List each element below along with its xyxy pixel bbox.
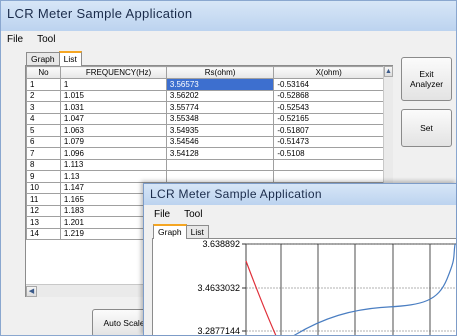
table-header-row: No FREQUENCY(Hz) Rs(ohm) X(ohm) bbox=[26, 66, 384, 79]
tab-list[interactable]: List bbox=[185, 225, 209, 239]
cell-x[interactable]: -0.5108 bbox=[273, 147, 384, 160]
cell-rs[interactable]: 3.56202 bbox=[165, 89, 275, 102]
graph-menu-tool[interactable]: Tool bbox=[184, 209, 202, 220]
scroll-left-icon[interactable]: ◀ bbox=[26, 286, 37, 297]
set-button[interactable]: Set bbox=[401, 109, 452, 147]
menu-tool[interactable]: Tool bbox=[37, 34, 55, 45]
cell-no[interactable]: 10 bbox=[26, 181, 61, 194]
cell-frequency[interactable]: 1.063 bbox=[59, 124, 167, 137]
cell-rs[interactable]: 3.55774 bbox=[165, 101, 275, 114]
column-header-no[interactable]: No bbox=[26, 66, 61, 79]
exit-analyzer-button[interactable]: Exit Analyzer bbox=[401, 57, 452, 101]
column-header-rs[interactable]: Rs(ohm) bbox=[165, 66, 275, 79]
graph-title-bar[interactable]: LCR Meter Sample Application bbox=[144, 184, 456, 205]
main-title-bar[interactable]: LCR Meter Sample Application bbox=[1, 1, 456, 31]
cell-frequency[interactable]: 1.015 bbox=[59, 89, 167, 102]
cell-x[interactable]: -0.52165 bbox=[273, 112, 384, 125]
cell-no[interactable]: 8 bbox=[26, 158, 61, 171]
table-row[interactable]: 8 1.113 bbox=[26, 158, 384, 171]
cell-frequency[interactable]: 1.096 bbox=[59, 147, 167, 160]
cell-x[interactable] bbox=[273, 170, 384, 183]
table-row[interactable]: 9 1.13 bbox=[26, 170, 384, 183]
cell-rs[interactable]: 3.54935 bbox=[165, 124, 275, 137]
graph-title: LCR Meter Sample Application bbox=[150, 187, 322, 201]
cell-frequency[interactable]: 1.079 bbox=[59, 135, 167, 148]
y-tick-label: 3.2877144 bbox=[197, 326, 240, 336]
column-header-frequency[interactable]: FREQUENCY(Hz) bbox=[59, 66, 167, 79]
tab-graph[interactable]: Graph bbox=[153, 224, 187, 239]
table-row[interactable]: 6 1.079 3.54546 -0.51473 bbox=[26, 135, 384, 148]
column-header-x[interactable]: X(ohm) bbox=[273, 66, 384, 79]
y-tick-label: 3.4633032 bbox=[197, 283, 240, 293]
cell-rs[interactable] bbox=[165, 158, 275, 171]
table-row[interactable]: 4 1.047 3.55348 -0.52165 bbox=[26, 112, 384, 125]
cell-rs[interactable] bbox=[165, 170, 275, 183]
tab-list[interactable]: List bbox=[58, 51, 82, 66]
cell-frequency[interactable]: 1.031 bbox=[59, 101, 167, 114]
chart-grid bbox=[245, 243, 456, 335]
cell-no[interactable]: 3 bbox=[26, 101, 61, 114]
table-row[interactable]: 2 1.015 3.56202 -0.52868 bbox=[26, 89, 384, 102]
chart-y-ticks: 3.638892 3.4633032 3.2877144 bbox=[197, 239, 246, 336]
cell-x[interactable]: -0.51473 bbox=[273, 135, 384, 148]
cell-frequency[interactable]: 1.113 bbox=[59, 158, 167, 171]
cell-no[interactable]: 7 bbox=[26, 147, 61, 160]
cell-no[interactable]: 5 bbox=[26, 124, 61, 137]
cell-no[interactable]: 1 bbox=[26, 78, 61, 91]
cell-no[interactable]: 6 bbox=[26, 135, 61, 148]
cell-x[interactable]: -0.51807 bbox=[273, 124, 384, 137]
y-tick-label: 3.638892 bbox=[202, 239, 240, 249]
cell-rs[interactable]: 3.54128 bbox=[165, 147, 275, 160]
cell-x[interactable]: -0.52868 bbox=[273, 89, 384, 102]
table-row[interactable]: 5 1.063 3.54935 -0.51807 bbox=[26, 124, 384, 137]
cell-frequency[interactable]: 1.047 bbox=[59, 112, 167, 125]
table-row[interactable]: 3 1.031 3.55774 -0.52543 bbox=[26, 101, 384, 114]
cell-no[interactable]: 2 bbox=[26, 89, 61, 102]
graph-menu-file[interactable]: File bbox=[154, 209, 170, 220]
cell-no[interactable]: 4 bbox=[26, 112, 61, 125]
graph-window: LCR Meter Sample Application File Tool G… bbox=[143, 183, 457, 336]
cell-no[interactable]: 11 bbox=[26, 193, 61, 206]
cell-no[interactable]: 9 bbox=[26, 170, 61, 183]
cell-no[interactable]: 14 bbox=[26, 227, 61, 240]
plot-area bbox=[245, 243, 456, 335]
cell-x[interactable]: -0.53164 bbox=[273, 78, 384, 91]
main-tab-strip: Graph List bbox=[26, 51, 82, 66]
tab-graph[interactable]: Graph bbox=[26, 52, 60, 66]
table-row[interactable]: 7 1.096 3.54128 -0.5108 bbox=[26, 147, 384, 160]
graph-tab-strip: Graph List bbox=[153, 224, 209, 239]
impedance-chart[interactable]: 3.638892 3.4633032 3.2877144 bbox=[153, 239, 457, 336]
cell-x[interactable]: -0.52543 bbox=[273, 101, 384, 114]
cell-rs[interactable]: 3.56573 bbox=[165, 78, 275, 91]
main-menu-bar: File Tool bbox=[1, 31, 456, 47]
scroll-up-icon[interactable]: ▲ bbox=[384, 66, 393, 77]
graph-panel: 3.638892 3.4633032 3.2877144 bbox=[152, 238, 457, 336]
cell-frequency[interactable]: 1 bbox=[59, 78, 167, 91]
cell-rs[interactable]: 3.54546 bbox=[165, 135, 275, 148]
cell-x[interactable] bbox=[273, 158, 384, 171]
table-row[interactable]: 1 1 3.56573 -0.53164 bbox=[26, 78, 384, 91]
graph-menu-bar: File Tool bbox=[144, 205, 456, 223]
cell-no[interactable]: 13 bbox=[26, 216, 61, 229]
main-title: LCR Meter Sample Application bbox=[7, 6, 193, 21]
cell-no[interactable]: 12 bbox=[26, 204, 61, 217]
cell-frequency[interactable]: 1.13 bbox=[59, 170, 167, 183]
cell-rs[interactable]: 3.55348 bbox=[165, 112, 275, 125]
menu-file[interactable]: File bbox=[7, 34, 23, 45]
